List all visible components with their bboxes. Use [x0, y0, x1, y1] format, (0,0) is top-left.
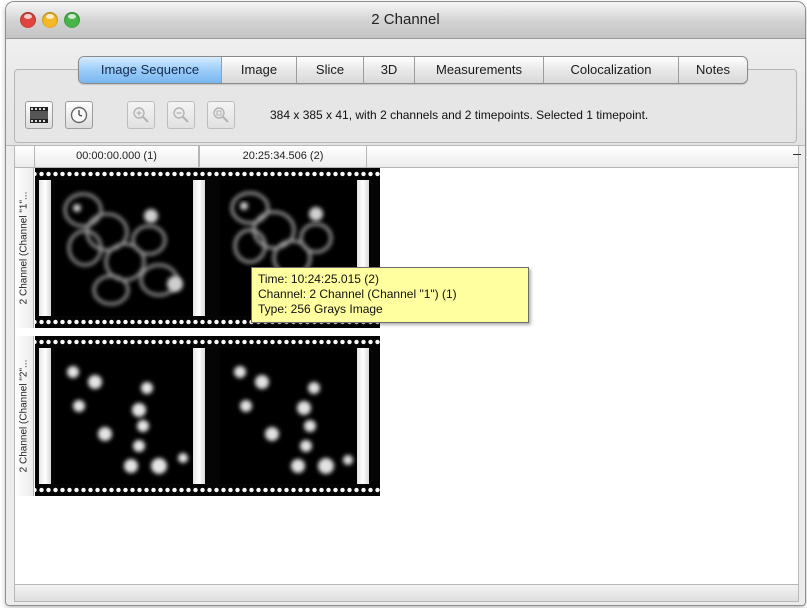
status-text: 384 x 385 x 41, with 2 channels and 2 ti… — [270, 108, 649, 122]
filmstrip-view-button[interactable] — [25, 101, 53, 129]
zoom-in-icon — [133, 107, 149, 123]
toolbar-area: Image Sequence Image Slice 3D Measuremen… — [6, 39, 805, 146]
resize-mark — [793, 154, 801, 155]
title-bar[interactable]: 2 Channel — [6, 2, 805, 39]
tooltip: Time: 10:24:25.015 (2) Channel: 2 Channe… — [251, 267, 529, 323]
zoom-fit-icon — [213, 107, 229, 123]
tooltip-time: Time: 10:24:25.015 (2) — [258, 272, 379, 286]
tab-image[interactable]: Image — [221, 57, 296, 83]
film-perforations — [35, 337, 380, 347]
tab-slice[interactable]: Slice — [296, 57, 363, 83]
frame-margin — [193, 180, 205, 316]
tab-image-sequence[interactable]: Image Sequence — [79, 57, 221, 83]
zoom-fit-button[interactable] — [207, 101, 235, 129]
row-header-label: 2 Channel (Channel "1"... — [18, 191, 30, 305]
tab-bar: Image Sequence Image Slice 3D Measuremen… — [78, 56, 748, 84]
window-title: 2 Channel — [371, 11, 440, 28]
tab-colocalization[interactable]: Colocalization — [543, 57, 678, 83]
image-thumbnail[interactable] — [55, 180, 193, 316]
image-thumbnail[interactable] — [55, 348, 193, 484]
row-header-label: 2 Channel (Channel "2"... — [18, 359, 30, 473]
zoom-out-button[interactable] — [167, 101, 195, 129]
row-header-channel-2[interactable]: 2 Channel (Channel "2"... — [15, 336, 34, 496]
zoom-out-icon — [173, 107, 189, 123]
tab-measurements[interactable]: Measurements — [414, 57, 543, 83]
column-header-timepoint-2[interactable]: 20:25:34.506 (2) — [199, 146, 367, 167]
horizontal-scrollbar[interactable] — [14, 584, 799, 602]
row-header-channel-1[interactable]: 2 Channel (Channel "1"... — [15, 168, 34, 328]
clock-button[interactable] — [65, 101, 93, 129]
frame-margin — [39, 180, 51, 316]
zoom-in-button[interactable] — [127, 101, 155, 129]
tooltip-type: Type: 256 Grays Image — [258, 302, 383, 316]
tab-notes[interactable]: Notes — [678, 57, 747, 83]
clock-icon — [70, 106, 88, 124]
column-header-bar: 00:00:00.000 (1) 20:25:34.506 (2) — [15, 146, 798, 168]
filmstrip-row-channel-2 — [35, 336, 380, 496]
image-thumbnail[interactable] — [220, 348, 357, 484]
filmstrip-view-icon — [30, 107, 48, 123]
frame-margin — [357, 348, 369, 484]
film-perforations — [35, 485, 380, 495]
frame-margin — [193, 348, 205, 484]
tooltip-channel: Channel: 2 Channel (Channel "1") (1) — [258, 287, 457, 301]
image-sequence-view[interactable]: 00:00:00.000 (1) 20:25:34.506 (2) 2 Chan… — [14, 146, 799, 585]
frame-margin — [39, 348, 51, 484]
tab-3d[interactable]: 3D — [363, 57, 414, 83]
film-perforations — [35, 169, 380, 179]
column-header-timepoint-1[interactable]: 00:00:00.000 (1) — [34, 146, 199, 167]
